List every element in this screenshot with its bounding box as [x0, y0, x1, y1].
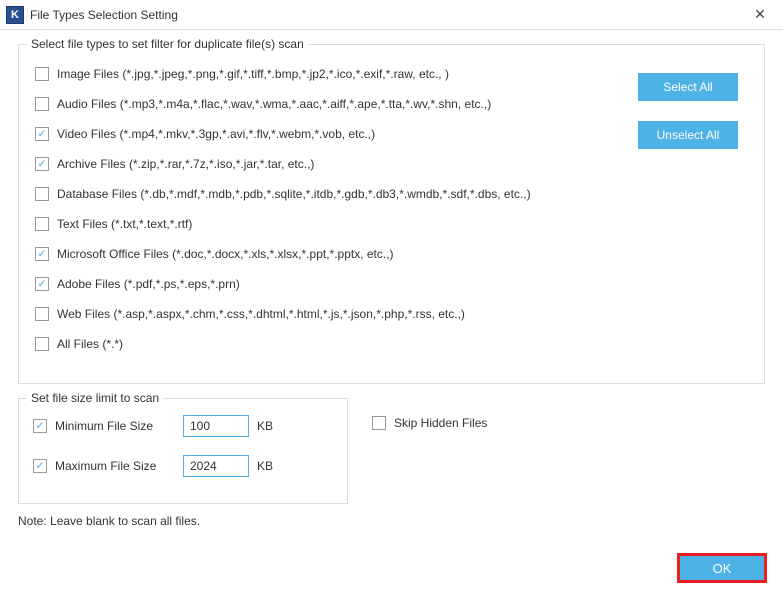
max-size-checkbox[interactable] — [33, 459, 47, 473]
filetype-checkbox[interactable] — [35, 277, 49, 291]
filetype-row: Image Files (*.jpg,*.jpeg,*.png,*.gif,*.… — [35, 67, 638, 81]
min-size-input[interactable] — [183, 415, 249, 437]
filetype-row: Adobe Files (*.pdf,*.ps,*.eps,*.prn) — [35, 277, 638, 291]
filetype-checkbox[interactable] — [35, 127, 49, 141]
skip-hidden-label: Skip Hidden Files — [394, 416, 487, 430]
filetype-label: Web Files (*.asp,*.aspx,*.chm,*.css,*.dh… — [57, 307, 465, 321]
filetype-label: Audio Files (*.mp3,*.m4a,*.flac,*.wav,*.… — [57, 97, 491, 111]
close-icon[interactable]: ✕ — [745, 6, 775, 23]
window-title: File Types Selection Setting — [30, 8, 745, 22]
size-group-title: Set file size limit to scan — [27, 391, 163, 405]
filetype-checkbox[interactable] — [35, 337, 49, 351]
max-size-unit: KB — [257, 459, 273, 473]
max-size-label: Maximum File Size — [55, 459, 156, 473]
filetype-row: Audio Files (*.mp3,*.m4a,*.flac,*.wav,*.… — [35, 97, 638, 111]
app-icon: K — [6, 6, 24, 24]
select-all-button[interactable]: Select All — [638, 73, 738, 101]
filetype-row: Text Files (*.txt,*.text,*.rtf) — [35, 217, 638, 231]
filetype-label: Archive Files (*.zip,*.rar,*.7z,*.iso,*.… — [57, 157, 314, 171]
filetype-checkbox[interactable] — [35, 217, 49, 231]
min-size-unit: KB — [257, 419, 273, 433]
note-text: Note: Leave blank to scan all files. — [18, 514, 765, 528]
filetypes-group-title: Select file types to set filter for dupl… — [27, 37, 308, 51]
filetype-checkbox[interactable] — [35, 97, 49, 111]
min-size-label: Minimum File Size — [55, 419, 153, 433]
unselect-all-button[interactable]: Unselect All — [638, 121, 738, 149]
filetype-row: Web Files (*.asp,*.aspx,*.chm,*.css,*.dh… — [35, 307, 638, 321]
filetype-checkbox[interactable] — [35, 187, 49, 201]
filetype-label: Database Files (*.db,*.mdf,*.mdb,*.pdb,*… — [57, 187, 531, 201]
filetype-row: Microsoft Office Files (*.doc,*.docx,*.x… — [35, 247, 638, 261]
filetype-checkbox[interactable] — [35, 67, 49, 81]
filetype-label: Video Files (*.mp4,*.mkv,*.3gp,*.avi,*.f… — [57, 127, 375, 141]
max-size-input[interactable] — [183, 455, 249, 477]
filetype-row: Video Files (*.mp4,*.mkv,*.3gp,*.avi,*.f… — [35, 127, 638, 141]
filetype-label: All Files (*.*) — [57, 337, 123, 351]
filetype-label: Image Files (*.jpg,*.jpeg,*.png,*.gif,*.… — [57, 67, 449, 81]
filetypes-list: Image Files (*.jpg,*.jpeg,*.png,*.gif,*.… — [35, 59, 638, 367]
ok-button[interactable]: OK — [677, 553, 767, 583]
filetype-checkbox[interactable] — [35, 157, 49, 171]
size-groupbox: Set file size limit to scan Minimum File… — [18, 398, 348, 504]
skip-hidden-checkbox[interactable] — [372, 416, 386, 430]
filetype-row: Archive Files (*.zip,*.rar,*.7z,*.iso,*.… — [35, 157, 638, 171]
filetype-row: All Files (*.*) — [35, 337, 638, 351]
filetypes-groupbox: Select file types to set filter for dupl… — [18, 44, 765, 384]
filetype-label: Microsoft Office Files (*.doc,*.docx,*.x… — [57, 247, 394, 261]
filetype-checkbox[interactable] — [35, 307, 49, 321]
filetype-label: Adobe Files (*.pdf,*.ps,*.eps,*.prn) — [57, 277, 240, 291]
filetype-row: Database Files (*.db,*.mdf,*.mdb,*.pdb,*… — [35, 187, 638, 201]
filetype-checkbox[interactable] — [35, 247, 49, 261]
filetype-label: Text Files (*.txt,*.text,*.rtf) — [57, 217, 192, 231]
titlebar: K File Types Selection Setting ✕ — [0, 0, 783, 30]
min-size-checkbox[interactable] — [33, 419, 47, 433]
